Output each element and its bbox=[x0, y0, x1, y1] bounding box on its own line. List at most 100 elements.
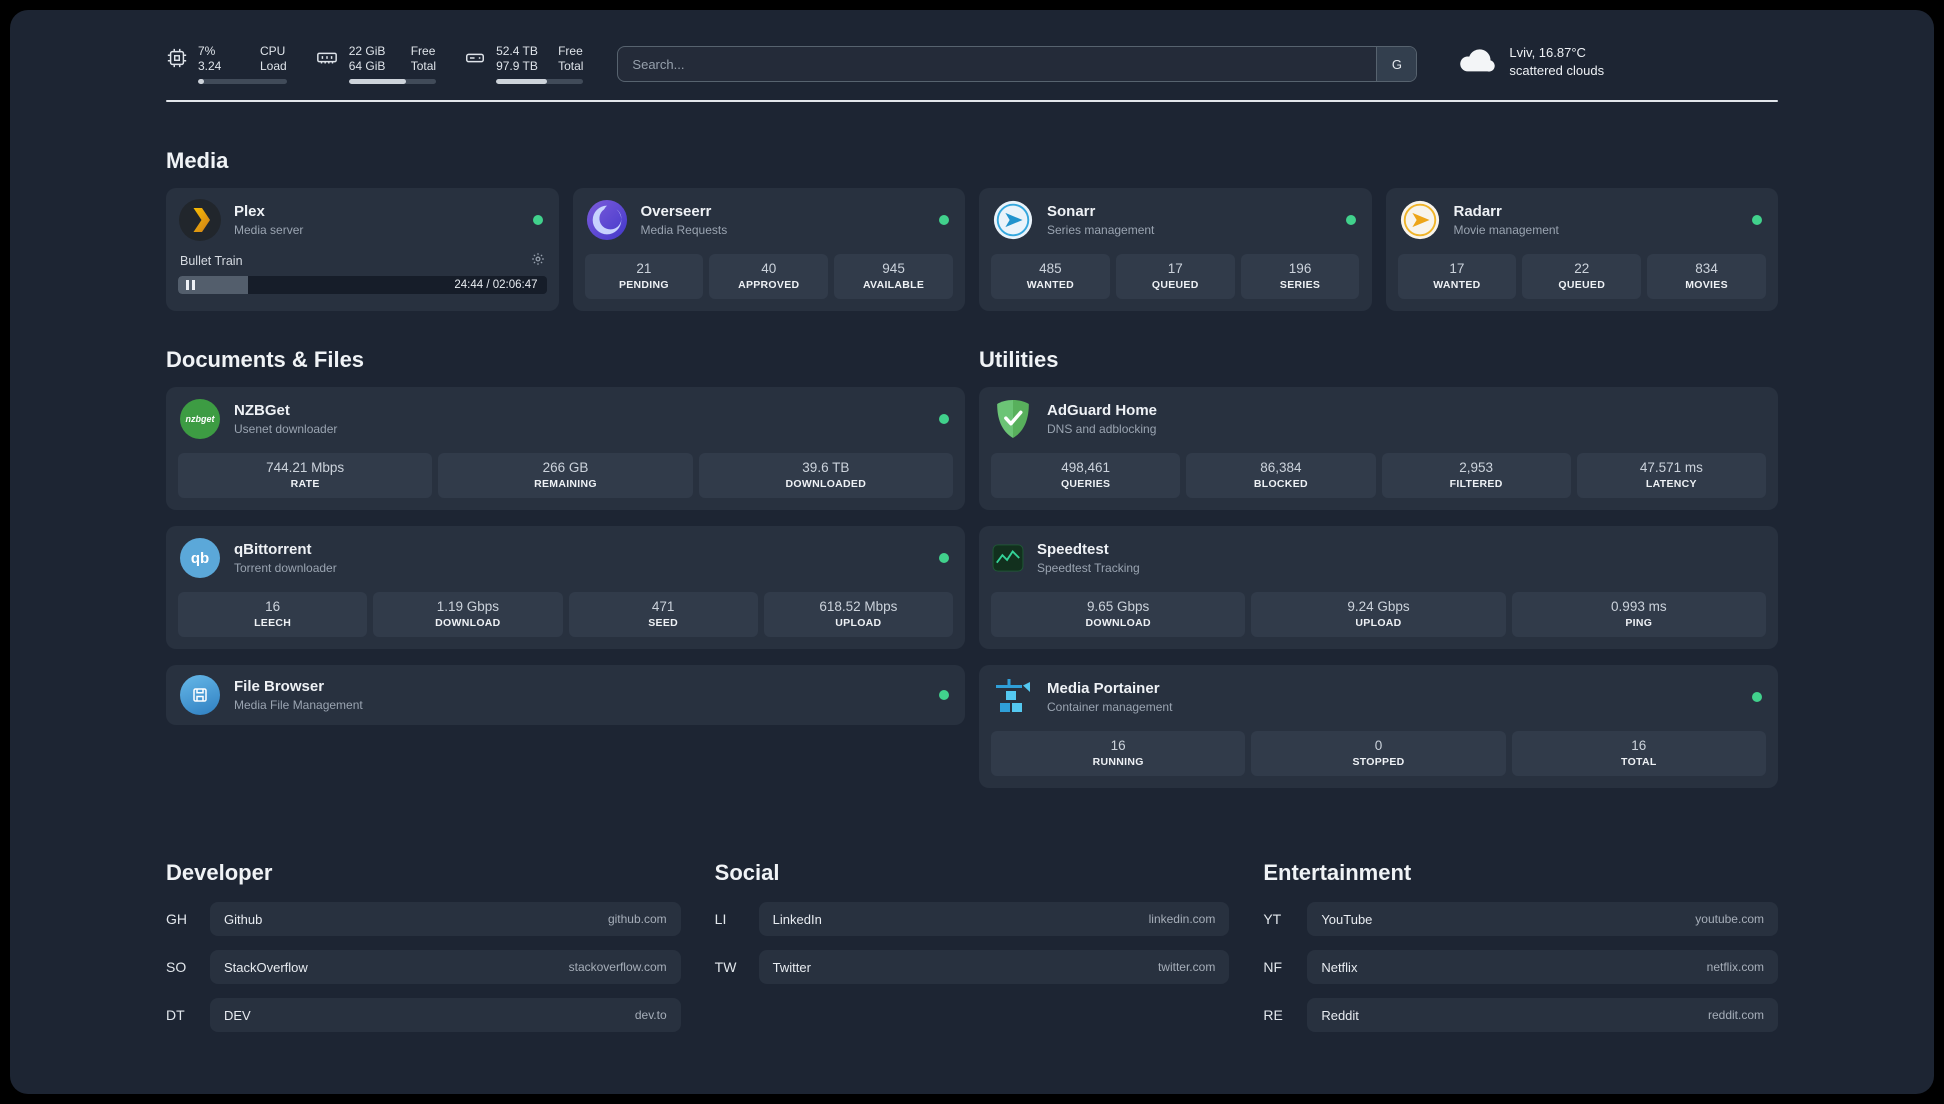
stat-value: 1.19 Gbps bbox=[436, 599, 500, 614]
stat-wanted: 17 WANTED bbox=[1397, 254, 1517, 299]
entertainment-bookmarks: Entertainment YT YouTube youtube.com NF … bbox=[1263, 860, 1778, 1046]
nzbget-card[interactable]: nzbget NZBGet Usenet downloader 744.21 M… bbox=[166, 387, 965, 510]
cpu-label-top: CPU bbox=[260, 44, 286, 58]
pause-icon[interactable] bbox=[186, 280, 195, 290]
stat-value: 16 bbox=[265, 599, 281, 614]
cpu-value: 7% bbox=[198, 44, 216, 58]
stat-movies: 834 MOVIES bbox=[1647, 254, 1766, 299]
bookmark-abbr: DT bbox=[166, 1007, 185, 1023]
service-name: Radarr bbox=[1453, 203, 1502, 220]
service-subtitle: Media File Management bbox=[234, 698, 363, 712]
bookmark-link[interactable]: Twitter twitter.com bbox=[758, 950, 1230, 984]
section-title-entertainment: Entertainment bbox=[1263, 860, 1412, 885]
social-bookmarks: Social LI LinkedIn linkedin.com TW Twitt… bbox=[715, 860, 1230, 1046]
bookmark-abbr: TW bbox=[714, 959, 737, 975]
service-subtitle: Series management bbox=[1047, 223, 1155, 237]
search-input[interactable] bbox=[617, 46, 1418, 82]
stat-label: FILTERED bbox=[1449, 478, 1503, 490]
stat-seed: 471 SEED bbox=[568, 592, 758, 637]
ram-free: 22 GiB bbox=[348, 44, 386, 58]
stat-value: 618.52 Mbps bbox=[819, 599, 898, 614]
status-dot bbox=[939, 553, 949, 563]
cpu-label-bottom: Load bbox=[260, 59, 287, 73]
sonarr-icon bbox=[991, 198, 1035, 242]
disk-label-top: Free bbox=[558, 44, 583, 58]
stat-label: LATENCY bbox=[1645, 478, 1697, 490]
stat-value: 471 bbox=[651, 599, 675, 614]
stat-label: RUNNING bbox=[1092, 756, 1144, 768]
stat-label: LEECH bbox=[254, 617, 292, 629]
bookmark-link[interactable]: YouTube youtube.com bbox=[1307, 902, 1778, 936]
developer-bookmarks: Developer GH Github github.com SO StackO… bbox=[166, 860, 681, 1046]
disk-icon bbox=[464, 47, 486, 84]
dashboard-surface: 7% CPU 3.24 Load 22 GiB Free 64 GiB Tota… bbox=[10, 10, 1934, 1094]
service-subtitle: Torrent downloader bbox=[234, 561, 337, 575]
plex-now-playing: Bullet Train 24:44 / 02:06:47 bbox=[178, 252, 547, 294]
plex-card[interactable]: Plex Media server Bullet Train 24:44 / 0… bbox=[166, 188, 559, 311]
status-dot bbox=[939, 690, 949, 700]
service-subtitle: DNS and adblocking bbox=[1047, 422, 1157, 436]
stat-value: 17 bbox=[1449, 261, 1465, 276]
service-name: Media Portainer bbox=[1047, 680, 1160, 697]
player-settings-gear-icon[interactable] bbox=[531, 252, 545, 269]
status-dot bbox=[939, 215, 949, 225]
filebrowser-card[interactable]: File Browser Media File Management bbox=[166, 665, 965, 725]
bookmark-link[interactable]: Reddit reddit.com bbox=[1307, 998, 1778, 1032]
ram-total: 64 GiB bbox=[348, 59, 386, 73]
radarr-card[interactable]: Radarr Movie management 17 WANTED 22 QUE… bbox=[1385, 188, 1778, 311]
disk-label-bottom: Total bbox=[558, 59, 584, 73]
stat-value: 196 bbox=[1288, 261, 1312, 276]
service-name: File Browser bbox=[234, 678, 325, 695]
stat-download: 9.65 Gbps DOWNLOAD bbox=[991, 592, 1246, 637]
section-title-media: Media bbox=[166, 148, 229, 173]
bookmark-link[interactable]: DEV dev.to bbox=[210, 998, 681, 1032]
stat-available: 945 AVAILABLE bbox=[834, 254, 953, 299]
service-name: AdGuard Home bbox=[1047, 402, 1158, 419]
stat-queued: 17 QUEUED bbox=[1115, 254, 1235, 299]
adguard-card[interactable]: AdGuard Home DNS and adblocking 498,461 … bbox=[979, 387, 1778, 510]
bookmark-abbr: LI bbox=[714, 911, 727, 927]
stat-label: QUEUED bbox=[1151, 279, 1199, 291]
bookmark-link[interactable]: Netflix netflix.com bbox=[1307, 950, 1778, 984]
status-dot bbox=[532, 215, 543, 225]
qbittorrent-card[interactable]: qb qBittorrent Torrent downloader 16 LEE… bbox=[166, 526, 965, 649]
service-name: Sonarr bbox=[1047, 203, 1096, 220]
disk-progress-bar bbox=[496, 79, 584, 84]
overseerr-card[interactable]: Overseerr Media Requests 21 PENDING 40 A… bbox=[572, 188, 965, 311]
stat-label: RATE bbox=[290, 478, 320, 490]
status-dot bbox=[1752, 692, 1762, 702]
playback-progress-bar[interactable]: 24:44 / 02:06:47 bbox=[178, 276, 547, 294]
filebrowser-icon bbox=[178, 673, 222, 717]
bookmark-link[interactable]: StackOverflow stackoverflow.com bbox=[210, 950, 681, 984]
section-title-social: Social bbox=[714, 860, 780, 885]
bookmark-stackoverflow: SO StackOverflow stackoverflow.com bbox=[166, 950, 681, 984]
stat-value: 16 bbox=[1631, 738, 1647, 753]
stat-remaining: 266 GB REMAINING bbox=[438, 453, 693, 498]
stat-value: 40 bbox=[761, 261, 777, 276]
bookmark-link[interactable]: Github github.com bbox=[210, 902, 681, 936]
stat-value: 21 bbox=[636, 261, 652, 276]
bookmark-youtube: YT YouTube youtube.com bbox=[1263, 902, 1778, 936]
bookmark-reddit: RE Reddit reddit.com bbox=[1263, 998, 1778, 1032]
search-provider-button[interactable]: G bbox=[1376, 47, 1417, 81]
stat-label: PENDING bbox=[618, 279, 669, 291]
memory-icon bbox=[315, 47, 339, 84]
stat-value: 16 bbox=[1110, 738, 1126, 753]
bookmark-link[interactable]: LinkedIn linkedin.com bbox=[758, 902, 1230, 936]
service-subtitle: Movie management bbox=[1453, 223, 1559, 237]
stat-value: 86,384 bbox=[1260, 460, 1302, 475]
stat-queued: 22 QUEUED bbox=[1522, 254, 1642, 299]
portainer-card[interactable]: Media Portainer Container management 16 … bbox=[979, 665, 1778, 788]
bookmark-dev: DT DEV dev.to bbox=[166, 998, 681, 1032]
portainer-icon bbox=[991, 675, 1035, 719]
service-name: Speedtest bbox=[1037, 541, 1109, 558]
stat-label: SERIES bbox=[1279, 279, 1321, 291]
service-subtitle: Speedtest Tracking bbox=[1037, 561, 1140, 575]
ram-progress-bar bbox=[348, 79, 437, 84]
stat-total: 16 TOTAL bbox=[1511, 731, 1766, 776]
sonarr-card[interactable]: Sonarr Series management 485 WANTED 17 Q… bbox=[979, 188, 1372, 311]
stat-stopped: 0 STOPPED bbox=[1251, 731, 1506, 776]
stat-label: QUEUED bbox=[1558, 279, 1606, 291]
stat-value: 834 bbox=[1695, 261, 1718, 276]
speedtest-card[interactable]: Speedtest Speedtest Tracking 9.65 Gbps D… bbox=[979, 526, 1778, 649]
